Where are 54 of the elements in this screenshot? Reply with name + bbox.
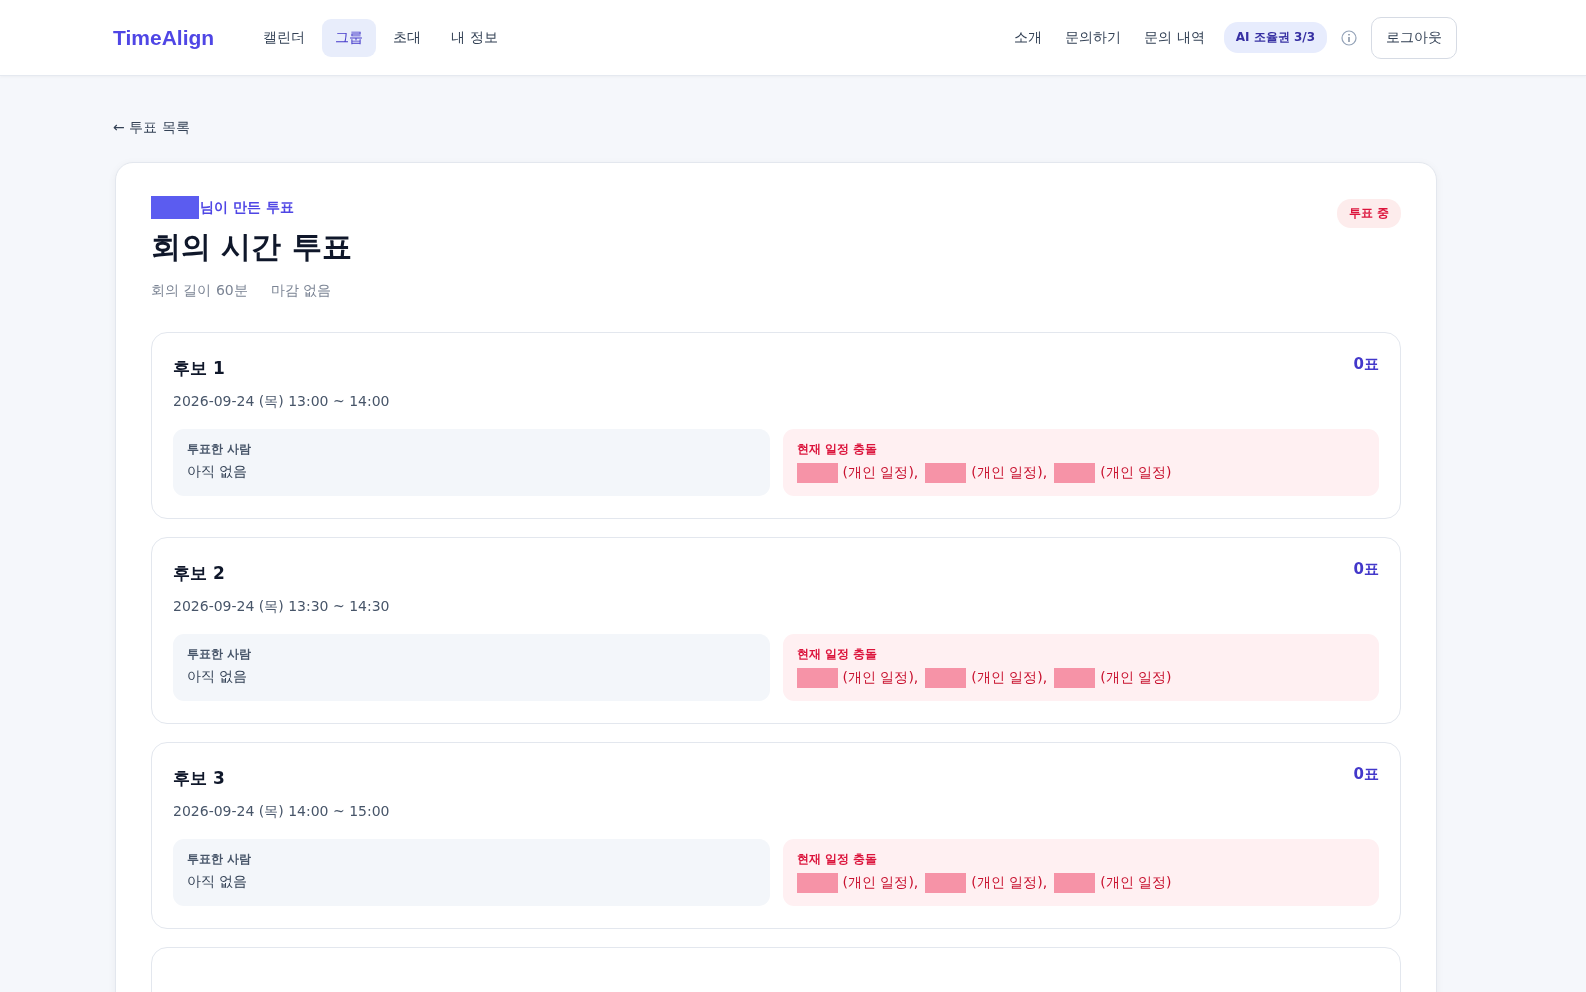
candidate-title: 후보 3 — [173, 767, 225, 790]
redaction-block — [796, 463, 838, 483]
poll-title: 회의 시간 투표 — [151, 228, 352, 266]
conflict-item: (개인 일정) — [1100, 669, 1172, 687]
info-icon[interactable] — [1341, 29, 1357, 46]
redaction-block — [796, 873, 838, 893]
credit-badge: AI 조율권 3/3 — [1223, 22, 1327, 53]
voters-text: 아직 없음 — [187, 463, 249, 481]
nav-link[interactable]: 소개 — [1014, 28, 1043, 47]
conflict-item: (개인 일정) — [1100, 464, 1172, 482]
redaction-block — [796, 668, 838, 688]
candidate-time: 2026-09-24 (목) 13:30 ~ 14:30 — [173, 598, 391, 616]
vote-count: 0표 — [1353, 765, 1379, 784]
nav-tab[interactable]: 초대 — [380, 18, 435, 57]
conflict-item: (개인 일정) — [1100, 874, 1172, 892]
voters-label: 투표한 사람 — [187, 646, 253, 663]
back-link[interactable]: ← 투표 목록 — [113, 119, 190, 137]
nav-tab[interactable]: 내 정보 — [438, 18, 511, 57]
redaction-block — [1054, 668, 1096, 688]
redaction-block — [151, 196, 199, 219]
conflict-item: (개인 일정), — [971, 464, 1048, 482]
conflict-item: (개인 일정), — [842, 874, 919, 892]
nav-link[interactable]: 문의 내역 — [1144, 28, 1205, 47]
conflict-item: (개인 일정), — [842, 669, 919, 687]
conflict-item: (개인 일정), — [971, 874, 1048, 892]
poll-meta: 회의 길이 60분 — [151, 282, 248, 300]
candidate-title: 후보 1 — [173, 357, 225, 380]
conflict-label: 현재 일정 충돌 — [796, 851, 878, 868]
candidate-time: 2026-09-24 (목) 13:00 ~ 14:00 — [173, 393, 391, 411]
voters-text: 아직 없음 — [187, 873, 249, 891]
vote-count: 0표 — [1353, 560, 1379, 579]
candidate-time: 2026-09-24 (목) 14:00 ~ 15:00 — [173, 803, 391, 821]
redaction-block — [925, 873, 967, 893]
voters-label: 투표한 사람 — [187, 441, 253, 458]
redaction-block — [925, 668, 967, 688]
candidate-title: 후보 2 — [173, 562, 225, 585]
conflict-label: 현재 일정 충돌 — [796, 646, 878, 663]
nav-tab[interactable]: 캘린더 — [250, 18, 319, 57]
poll-meta: 마감 없음 — [270, 282, 332, 300]
redaction-block — [925, 463, 967, 483]
vote-count: 0표 — [1353, 355, 1379, 374]
voters-text: 아직 없음 — [187, 668, 249, 686]
conflict-item: (개인 일정), — [842, 464, 919, 482]
app-logo[interactable]: TimeAlign — [113, 25, 215, 50]
redaction-block — [1054, 463, 1096, 483]
logout-button[interactable]: 로그아웃 — [1371, 16, 1457, 59]
nav-tab[interactable]: 그룹 — [322, 18, 377, 57]
conflict-item: (개인 일정), — [971, 669, 1048, 687]
conflict-label: 현재 일정 충돌 — [796, 441, 878, 458]
creator-text: 님이 만든 투표 — [200, 198, 294, 217]
redaction-block — [1054, 873, 1096, 893]
voters-label: 투표한 사람 — [187, 851, 253, 868]
nav-link[interactable]: 문의하기 — [1065, 28, 1122, 47]
status-badge: 투표 중 — [1336, 199, 1401, 228]
